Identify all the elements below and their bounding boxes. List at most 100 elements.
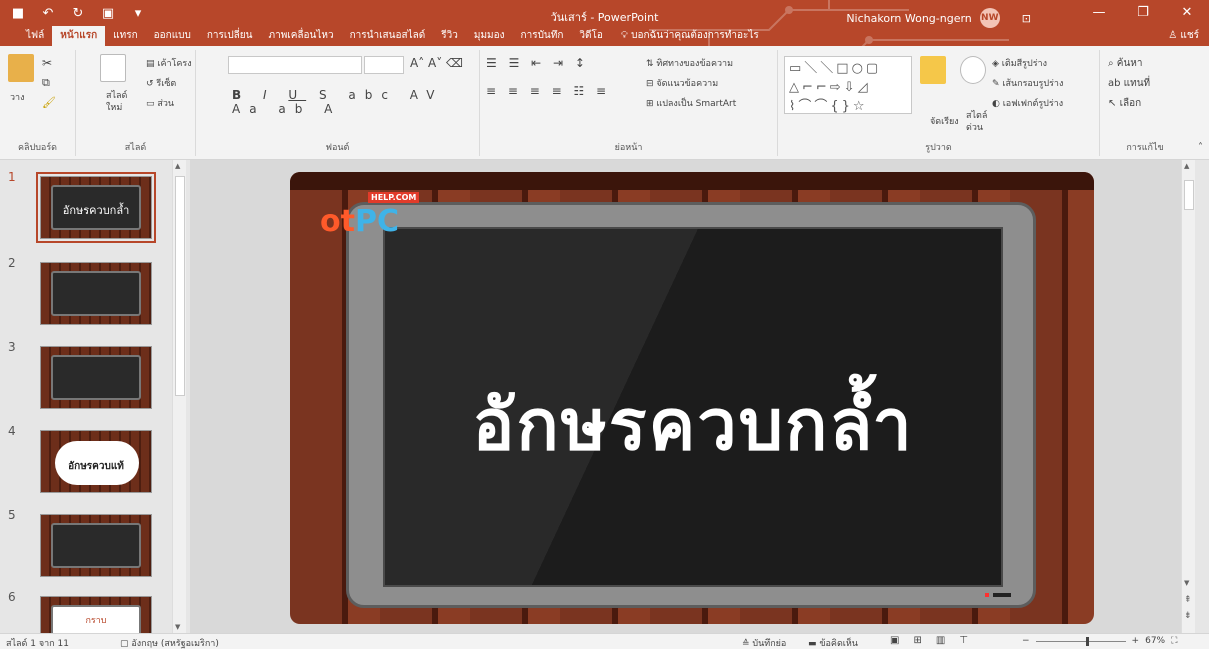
paragraph-group: ☰ ☰ ⇤ ⇥ ↕ ≡ ≡ ≡ ≡ ☷ ≡ ⇅ ทิศทางของข้อความ… — [480, 50, 778, 156]
collapse-ribbon-icon[interactable]: ˄ — [1198, 142, 1203, 153]
arrange-icon[interactable] — [920, 56, 946, 84]
cut-icon[interactable]: ✂ — [42, 56, 52, 70]
font-size-combo[interactable] — [364, 56, 404, 74]
share-button[interactable]: ♙ แชร์ — [1168, 28, 1199, 43]
tab-file[interactable]: ไฟล์ — [18, 26, 52, 46]
paste-button[interactable]: วาง — [10, 90, 25, 104]
thumbnail-1[interactable]: 1 อักษรควบกล้ำ — [0, 170, 180, 250]
thumbnail-scrollbar[interactable]: ▲ ▼ — [172, 160, 186, 633]
tab-insert[interactable]: แทรก — [105, 26, 145, 46]
shapes-gallery[interactable]: ▭＼＼□○▢ △⌐⌐⇨⇩◿ ⌇⌒⌒{}☆ — [784, 56, 912, 114]
thumbnail-slide[interactable]: อักษรควบกล้ำ — [36, 172, 156, 243]
thumbnail-6[interactable]: 6 กราบ — [0, 590, 180, 633]
thumbnail-5[interactable]: 5 — [0, 508, 180, 588]
thumbnail-slide[interactable]: กราบ — [40, 596, 152, 633]
scroll-down-icon[interactable]: ▼ — [175, 623, 180, 631]
restore-button[interactable]: ❐ — [1121, 0, 1165, 24]
next-slide-icon[interactable]: ⇟ — [1184, 611, 1192, 621]
format-buttons[interactable]: B I U S abc AV Aa ab A — [232, 88, 479, 116]
thumbnail-4[interactable]: 4 อักษรควบแท้ — [0, 424, 180, 504]
scrollbar-thumb[interactable] — [175, 176, 185, 396]
align-buttons[interactable]: ≡ ≡ ≡ ≡ ☷ ≡ — [486, 84, 610, 98]
tab-home[interactable]: หน้าแรก — [52, 26, 106, 46]
zoom-slider-knob[interactable] — [1085, 636, 1089, 646]
quick-styles-icon[interactable] — [960, 56, 986, 84]
text-direction-button[interactable]: ⇅ ทิศทางของข้อความ — [646, 56, 733, 70]
shape-effects-button[interactable]: ◐ เอฟเฟกต์รูปร่าง — [992, 96, 1063, 110]
thumbnail-slide[interactable] — [40, 346, 152, 409]
slide-title[interactable]: อักษรควบกล้ำ — [385, 369, 1001, 480]
align-text-button[interactable]: ⊟ จัดแนวข้อความ — [646, 76, 718, 90]
section-button[interactable]: ▭ ส่วน — [146, 96, 174, 110]
previous-slide-icon[interactable]: ⇞ — [1184, 595, 1192, 605]
reset-icon: ↺ — [146, 79, 157, 89]
zoom-out-icon[interactable]: − — [1022, 636, 1030, 646]
tv-power-led — [985, 593, 989, 597]
zoom-in-icon[interactable]: + — [1132, 636, 1140, 646]
layout-icon: ▤ — [146, 59, 158, 69]
copy-icon[interactable]: ⧉ — [42, 76, 50, 90]
thumbnail-slide[interactable]: อักษรควบแท้ — [40, 430, 152, 493]
current-slide[interactable]: อักษรควบกล้ำ HELP.COM otPC — [290, 172, 1094, 624]
thumbnail-3[interactable]: 3 — [0, 340, 180, 420]
paste-icon[interactable] — [8, 54, 34, 82]
slide-sorter-icon[interactable]: ⊞ — [913, 635, 921, 646]
smartart-button[interactable]: ⊞ แปลงเป็น SmartArt — [646, 96, 736, 110]
scroll-up-icon[interactable]: ▲ — [175, 162, 180, 170]
slideshow-icon[interactable]: ⊤ — [959, 635, 968, 646]
ribbon-display-icon[interactable]: ⊡ — [1022, 12, 1031, 25]
scroll-up-icon[interactable]: ▲ — [1184, 162, 1189, 170]
thumbnail-slide[interactable] — [40, 262, 152, 325]
thumbnail-number: 6 — [8, 590, 16, 604]
smartart-label: แปลงเป็น SmartArt — [656, 99, 737, 109]
ribbon: วาง ✂ ⧉ 🖌︎ คลิปบอร์ด สไลด์ ใหม่ ▤ เค้าโค… — [0, 46, 1209, 160]
reset-label: รีเซ็ต — [156, 79, 177, 89]
notes-button[interactable]: ≙ บันทึกย่อ — [742, 636, 786, 649]
scrollbar-thumb[interactable] — [1184, 180, 1194, 210]
reset-button[interactable]: ↺ รีเซ็ต — [146, 76, 176, 90]
tab-video[interactable]: วิดีโอ — [571, 26, 611, 46]
reading-view-icon[interactable]: ▥ — [936, 635, 945, 646]
layout-label: เค้าโครง — [157, 59, 192, 69]
shape-fill-button[interactable]: ◈ เติมสีรูปร่าง — [992, 56, 1047, 70]
tab-design[interactable]: ออกแบบ — [146, 26, 199, 46]
format-painter-icon[interactable]: 🖌︎ — [42, 96, 56, 109]
new-slide-icon[interactable] — [100, 54, 126, 82]
replace-button[interactable]: ab แทนที่ — [1108, 76, 1150, 91]
tab-slideshow[interactable]: การนำเสนอสไลด์ — [342, 26, 434, 46]
pen-icon: ✎ — [992, 79, 1003, 89]
close-button[interactable]: ✕ — [1165, 0, 1209, 24]
comments-button[interactable]: ▬ ข้อคิดเห็น — [808, 636, 858, 649]
new-slide-button-2[interactable]: ใหม่ — [106, 100, 122, 114]
shape-outline-button[interactable]: ✎ เส้นกรอบรูปร่าง — [992, 76, 1063, 90]
list-buttons[interactable]: ☰ ☰ ⇤ ⇥ ↕ — [486, 56, 589, 70]
notes-label: บันทึกย่อ — [752, 639, 787, 649]
zoom-slider[interactable] — [1035, 636, 1126, 646]
thumbnail-text: อักษรควบกล้ำ — [62, 204, 130, 217]
tell-me-box[interactable]: 💡︎ บอกฉันว่าคุณต้องการทำอะไร — [611, 26, 759, 46]
fit-slide-icon[interactable]: ⛶ — [1171, 636, 1177, 646]
tab-animations[interactable]: ภาพเคลื่อนไหว — [261, 26, 342, 46]
select-button[interactable]: ↖ เลือก — [1108, 96, 1141, 111]
lightbulb-icon: 💡︎ — [620, 30, 632, 41]
find-label: ค้นหา — [1116, 58, 1143, 69]
normal-view-icon[interactable]: ▣ — [890, 635, 899, 646]
scroll-down-icon[interactable]: ▼ — [1184, 579, 1189, 587]
language-indicator[interactable]: ▢ อังกฤษ (สหรัฐอเมริกา) — [120, 636, 219, 649]
font-size-buttons[interactable]: A˄ A˅ ⌫ — [410, 56, 463, 70]
thumbnail-slide[interactable] — [40, 514, 152, 577]
tab-view[interactable]: มุมมอง — [466, 26, 513, 46]
zoom-level[interactable]: 67% — [1145, 636, 1165, 646]
arrange-button[interactable]: จัดเรียง — [930, 114, 959, 128]
thumbnail-number: 3 — [8, 340, 16, 354]
font-name-combo[interactable] — [228, 56, 362, 74]
tab-review[interactable]: รีวิว — [433, 26, 466, 46]
minimize-button[interactable]: — — [1077, 0, 1121, 24]
editor-scrollbar[interactable]: ▲ ▼ ⇞ ⇟ — [1181, 160, 1195, 633]
find-button[interactable]: ⌕ ค้นหา — [1108, 56, 1143, 71]
layout-button[interactable]: ▤ เค้าโครง — [146, 56, 192, 70]
tab-recording[interactable]: การบันทึก — [513, 26, 572, 46]
quick-styles-button-2[interactable]: ด่วน — [966, 120, 983, 134]
tab-transitions[interactable]: การเปลี่ยน — [199, 26, 261, 46]
thumbnail-2[interactable]: 2 — [0, 256, 180, 336]
